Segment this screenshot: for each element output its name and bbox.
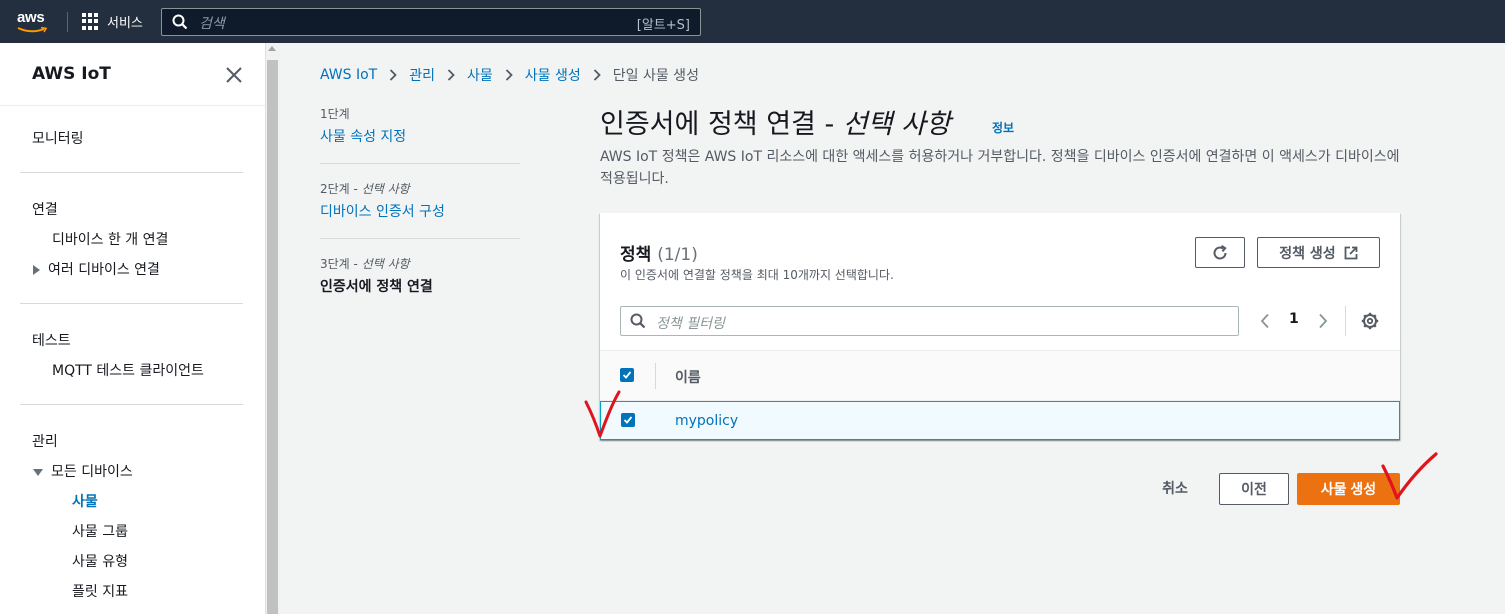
close-icon[interactable] — [224, 65, 244, 85]
checkmark-icon — [622, 371, 632, 379]
sidebar-separator — [20, 404, 243, 405]
sidebar-item-things[interactable]: 사물 — [72, 491, 98, 511]
services-menu-button[interactable]: 서비스 — [82, 12, 143, 31]
sidebar-item-monitoring[interactable]: 모니터링 — [32, 128, 84, 148]
breadcrumb-current: 단일 사물 생성 — [612, 68, 699, 84]
info-link[interactable]: 정보 — [992, 119, 1014, 136]
breadcrumb: AWS IoT 관리 사물 사물 생성 단일 사물 생성 — [320, 65, 699, 85]
policies-panel: 정책 (1/1) 이 인증서에 연결할 정책을 최대 10개까지 선택합니다. … — [600, 213, 1400, 440]
chevron-left-icon[interactable] — [1260, 313, 1270, 329]
breadcrumb-things[interactable]: 사물 — [467, 65, 493, 85]
breadcrumb-aws-iot[interactable]: AWS IoT — [320, 67, 377, 83]
pagination-divider — [1345, 306, 1346, 336]
policy-filter-input[interactable]: 정책 필터링 — [620, 306, 1239, 336]
cancel-button[interactable]: 취소 — [1148, 472, 1202, 504]
column-divider — [655, 363, 656, 389]
services-label: 서비스 — [107, 16, 143, 31]
sidebar-item-connect-one-device[interactable]: 디바이스 한 개 연결 — [52, 229, 168, 249]
step-2-label: 2단계 - 선택 사항 — [320, 182, 410, 196]
filter-placeholder: 정책 필터링 — [656, 316, 725, 332]
step-divider — [320, 163, 520, 164]
search-icon — [630, 313, 646, 329]
chevron-right-icon — [390, 69, 398, 81]
sidebar-item-thing-groups[interactable]: 사물 그룹 — [72, 521, 128, 541]
search-placeholder: 검색 — [199, 16, 225, 32]
search-shortcut-hint: [알트+S] — [636, 18, 690, 33]
sidebar-item-fleet-metrics[interactable]: 플릿 지표 — [72, 581, 128, 601]
caret-right-icon — [33, 265, 40, 275]
checkmark-icon — [623, 416, 633, 424]
breadcrumb-manage[interactable]: 관리 — [409, 65, 435, 85]
previous-button[interactable]: 이전 — [1219, 473, 1289, 505]
table-row[interactable]: mypolicy — [600, 401, 1400, 440]
external-link-icon — [1344, 246, 1358, 259]
aws-smile-icon — [17, 27, 48, 33]
step-3-current: 인증서에 정책 연결 — [320, 279, 433, 295]
page-number[interactable]: 1 — [1289, 311, 1299, 327]
policies-title: 정책 (1/1) — [620, 245, 698, 265]
step-divider — [320, 238, 520, 239]
nav-divider — [67, 12, 68, 32]
refresh-icon — [1213, 244, 1227, 259]
policy-name-link[interactable]: mypolicy — [675, 413, 738, 429]
caret-down-icon — [33, 468, 43, 476]
grid-icon — [82, 12, 100, 31]
sidebar-item-mqtt-test-client[interactable]: MQTT 테스트 클라이언트 — [52, 360, 204, 380]
chevron-right-icon[interactable] — [1318, 313, 1328, 329]
sidebar-section-test[interactable]: 테스트 — [32, 330, 71, 350]
create-policy-label: 정책 생성 — [1279, 245, 1336, 262]
table-header: 이름 — [600, 350, 1400, 401]
sidebar-section-connect[interactable]: 연결 — [32, 199, 58, 219]
sidebar-separator — [20, 172, 243, 173]
sidebar-item-connect-many-devices[interactable]: 여러 디바이스 연결 — [33, 259, 160, 279]
gear-icon[interactable] — [1361, 312, 1379, 330]
search-icon — [172, 14, 188, 30]
aws-logo[interactable]: aws — [17, 9, 45, 26]
column-header-name[interactable]: 이름 — [675, 367, 701, 387]
sidebar-section-manage[interactable]: 관리 — [32, 431, 58, 451]
create-policy-button[interactable]: 정책 생성 — [1257, 237, 1380, 268]
sidebar-item-label: 여러 디바이스 연결 — [48, 262, 160, 278]
step-1-link[interactable]: 사물 속성 지정 — [320, 126, 406, 146]
policies-subtitle: 이 인증서에 연결할 정책을 최대 10개까지 선택합니다. — [620, 268, 894, 282]
scroll-up-arrow-icon[interactable] — [268, 46, 276, 51]
step-3-label: 3단계 - 선택 사항 — [320, 257, 410, 271]
row-checkbox[interactable] — [621, 413, 635, 427]
sidebar-item-thing-types[interactable]: 사물 유형 — [72, 551, 128, 571]
scrollbar-thumb[interactable] — [267, 60, 278, 614]
page-description: AWS IoT 정책은 AWS IoT 리소스에 대한 액세스를 허용하거나 거… — [600, 149, 1400, 187]
breadcrumb-create-things[interactable]: 사물 생성 — [525, 65, 581, 85]
create-thing-button[interactable]: 사물 생성 — [1297, 473, 1400, 505]
step-2-link[interactable]: 디바이스 인증서 구성 — [320, 201, 445, 221]
global-search-input[interactable]: 검색 [알트+S] — [161, 8, 701, 36]
refresh-button[interactable] — [1195, 237, 1245, 268]
sidebar-divider — [0, 105, 265, 106]
select-all-checkbox[interactable] — [620, 368, 634, 382]
chevron-right-icon — [447, 69, 455, 81]
step-1-label: 1단계 — [320, 107, 350, 121]
sidebar-title: AWS IoT — [32, 64, 111, 84]
top-navigation: aws 서비스 검색 [알트+S] — [0, 0, 1505, 43]
sidebar-item-all-devices[interactable]: 모든 디바이스 — [33, 461, 133, 481]
chevron-right-icon — [505, 69, 513, 81]
sidebar-item-label: 모든 디바이스 — [51, 464, 133, 480]
chevron-right-icon — [593, 69, 601, 81]
sidebar-separator — [20, 303, 243, 304]
policies-count: (1/1) — [657, 245, 698, 265]
page-title: 인증서에 정책 연결 - 선택 사항 — [600, 109, 951, 140]
sidebar: AWS IoT 모니터링 연결 디바이스 한 개 연결 여러 디바이스 연결 테… — [0, 43, 265, 614]
